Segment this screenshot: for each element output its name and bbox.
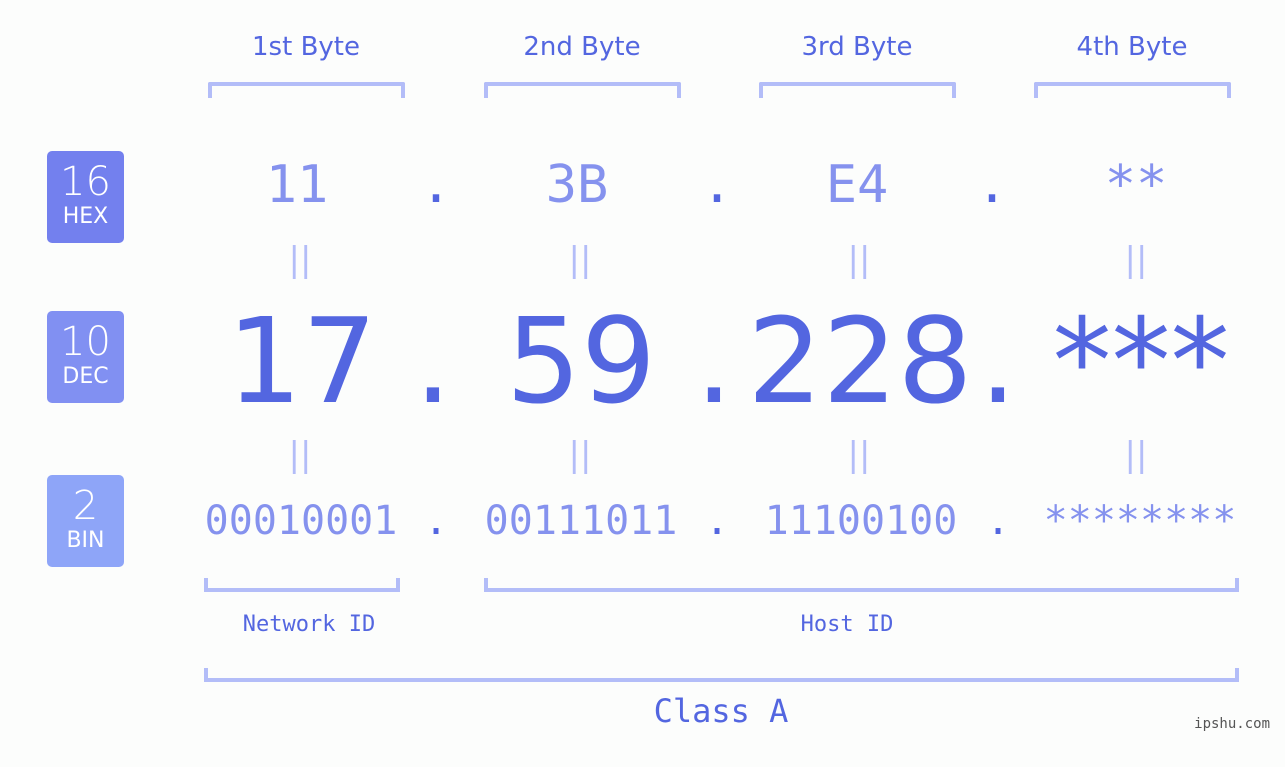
byte-bracket-1 (208, 82, 405, 98)
dec-octet-3: 228 (747, 292, 973, 430)
hex-dot-2: . (701, 155, 733, 215)
equals-sign: || (847, 240, 871, 280)
bin-base-label: BIN (66, 528, 105, 553)
host-id-bracket (484, 578, 1239, 592)
byte-bracket-3 (759, 82, 956, 98)
network-id-label: Network ID (242, 612, 376, 637)
bin-dot-2: . (704, 498, 730, 544)
equals-sign: || (568, 240, 592, 280)
dec-badge: 10 DEC (47, 311, 124, 403)
watermark: ipshu.com (1194, 716, 1270, 732)
byte-header-1: 1st Byte (252, 32, 360, 62)
equals-sign: || (288, 240, 312, 280)
equals-sign: || (1124, 240, 1148, 280)
bin-dot-3: . (985, 498, 1011, 544)
hex-dot-3: . (976, 155, 1008, 215)
byte-header-2: 2nd Byte (523, 32, 641, 62)
byte-bracket-4 (1034, 82, 1231, 98)
hex-base-number: 16 (60, 159, 111, 205)
dec-octet-2: 59 (505, 292, 657, 430)
dec-base-number: 10 (60, 319, 111, 365)
hex-base-label: HEX (62, 204, 109, 229)
bin-octet-2: 00111011 (484, 498, 678, 544)
byte-header-3: 3rd Byte (801, 32, 913, 62)
bin-octet-3: 11100100 (764, 498, 958, 544)
hex-badge: 16 HEX (47, 151, 124, 243)
byte-header-4: 4th Byte (1076, 32, 1188, 62)
dec-base-label: DEC (62, 364, 109, 389)
hex-dot-1: . (420, 155, 452, 215)
network-id-bracket (204, 578, 400, 592)
host-id-label: Host ID (800, 612, 894, 637)
hex-octet-2: 3B (545, 155, 609, 215)
class-label: Class A (653, 692, 789, 730)
hex-octet-1: 11 (265, 155, 329, 215)
byte-bracket-2 (484, 82, 681, 98)
equals-sign: || (568, 435, 592, 475)
dec-octet-4: *** (1052, 292, 1230, 430)
dec-octet-1: 17 (226, 292, 378, 430)
equals-sign: || (288, 435, 312, 475)
hex-octet-3: E4 (825, 155, 889, 215)
bin-octet-1: 00010001 (204, 498, 398, 544)
class-bracket (204, 668, 1239, 682)
equals-sign: || (847, 435, 871, 475)
bin-dot-1: . (423, 498, 449, 544)
equals-sign: || (1124, 435, 1148, 475)
bin-badge: 2 BIN (47, 475, 124, 567)
bin-octet-4: ******** (1043, 498, 1237, 544)
hex-octet-4: ** (1104, 155, 1168, 215)
bin-base-number: 2 (72, 483, 99, 529)
